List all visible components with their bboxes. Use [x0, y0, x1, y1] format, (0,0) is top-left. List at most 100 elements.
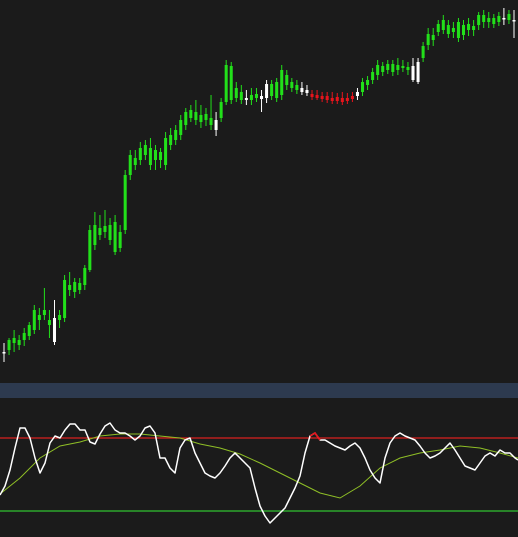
candle-body: [78, 283, 82, 290]
candle: [451, 22, 455, 38]
candle: [22, 328, 26, 346]
candle: [17, 335, 21, 350]
candle-body: [310, 94, 314, 97]
candle: [143, 140, 147, 160]
candle: [456, 18, 460, 42]
candle: [123, 170, 127, 234]
candle-body: [254, 94, 258, 98]
candle: [12, 330, 16, 352]
candle: [290, 78, 294, 92]
candle: [148, 138, 152, 170]
candle-body: [52, 318, 57, 342]
candle-body: [320, 96, 324, 99]
candle: [492, 14, 496, 28]
candle-body: [179, 120, 183, 135]
candle: [507, 10, 511, 24]
candle: [320, 92, 324, 102]
candle: [300, 82, 304, 95]
candle-body: [406, 67, 410, 70]
candle: [194, 100, 198, 125]
candle-body: [421, 46, 425, 58]
candle-body: [345, 98, 349, 101]
candle: [229, 62, 233, 104]
candle: [209, 95, 213, 130]
candle-body: [169, 135, 173, 145]
candle-body: [164, 138, 168, 165]
candle-body: [386, 64, 390, 70]
candle: [305, 85, 309, 96]
pane-separator[interactable]: [0, 383, 518, 398]
candle: [138, 142, 142, 165]
candle-body: [472, 26, 476, 30]
candle-body: [113, 222, 117, 252]
candle-body: [189, 110, 193, 118]
candle: [361, 78, 365, 96]
candle-body: [401, 66, 405, 68]
candle: [164, 132, 168, 170]
candle: [345, 93, 349, 104]
candle-body: [502, 18, 506, 20]
candle-body: [512, 20, 516, 22]
candle: [58, 310, 62, 328]
candle-body: [32, 310, 36, 330]
candle-body: [456, 22, 460, 38]
candle-body: [270, 84, 274, 96]
candle-body: [93, 225, 97, 245]
candle-body: [350, 96, 354, 99]
candle-body: [123, 175, 127, 230]
candle: [497, 12, 501, 26]
candle: [204, 108, 208, 126]
candle: [376, 60, 380, 80]
candle-body: [381, 66, 385, 72]
candle: [386, 60, 390, 74]
candle-body: [371, 72, 375, 80]
candle: [37, 308, 41, 330]
candle: [174, 125, 178, 145]
candle-body: [12, 338, 16, 343]
candle: [83, 265, 87, 290]
candle: [260, 90, 264, 112]
candle-body: [330, 98, 334, 101]
candle: [7, 338, 11, 355]
candle-body: [108, 225, 112, 240]
candle: [421, 42, 425, 62]
candle-body: [436, 24, 440, 32]
candle: [350, 92, 354, 102]
candle: [63, 275, 67, 322]
candle-body: [58, 315, 62, 320]
candle: [335, 93, 339, 104]
candle: [467, 18, 471, 36]
candle-body: [416, 62, 420, 82]
candle-body: [482, 15, 486, 22]
oscillator-pane: [0, 398, 518, 537]
candle: [371, 68, 375, 84]
candle-body: [103, 226, 107, 232]
candle: [285, 70, 289, 90]
candle: [153, 145, 157, 170]
chart-window: [0, 0, 518, 537]
candle-body: [138, 148, 142, 160]
oscillator-chart: [0, 422, 518, 524]
candle: [42, 288, 46, 320]
candle: [330, 92, 334, 104]
candle: [431, 28, 435, 46]
candle: [436, 20, 440, 36]
candle-body: [244, 98, 248, 100]
candle-body: [295, 85, 299, 90]
candle: [270, 80, 274, 100]
candle: [275, 78, 279, 102]
candle-body: [441, 20, 445, 30]
candle-body: [507, 14, 511, 20]
candlestick-chart: [2, 8, 516, 362]
candle-body: [148, 148, 152, 165]
candle: [406, 62, 410, 75]
candle: [325, 92, 329, 103]
candle: [461, 20, 466, 40]
candle-body: [451, 28, 455, 32]
candle: [68, 272, 72, 296]
candle: [108, 218, 112, 245]
candle: [244, 90, 248, 105]
candle-body: [461, 25, 466, 35]
candle: [98, 215, 102, 240]
candle-body: [249, 95, 253, 100]
